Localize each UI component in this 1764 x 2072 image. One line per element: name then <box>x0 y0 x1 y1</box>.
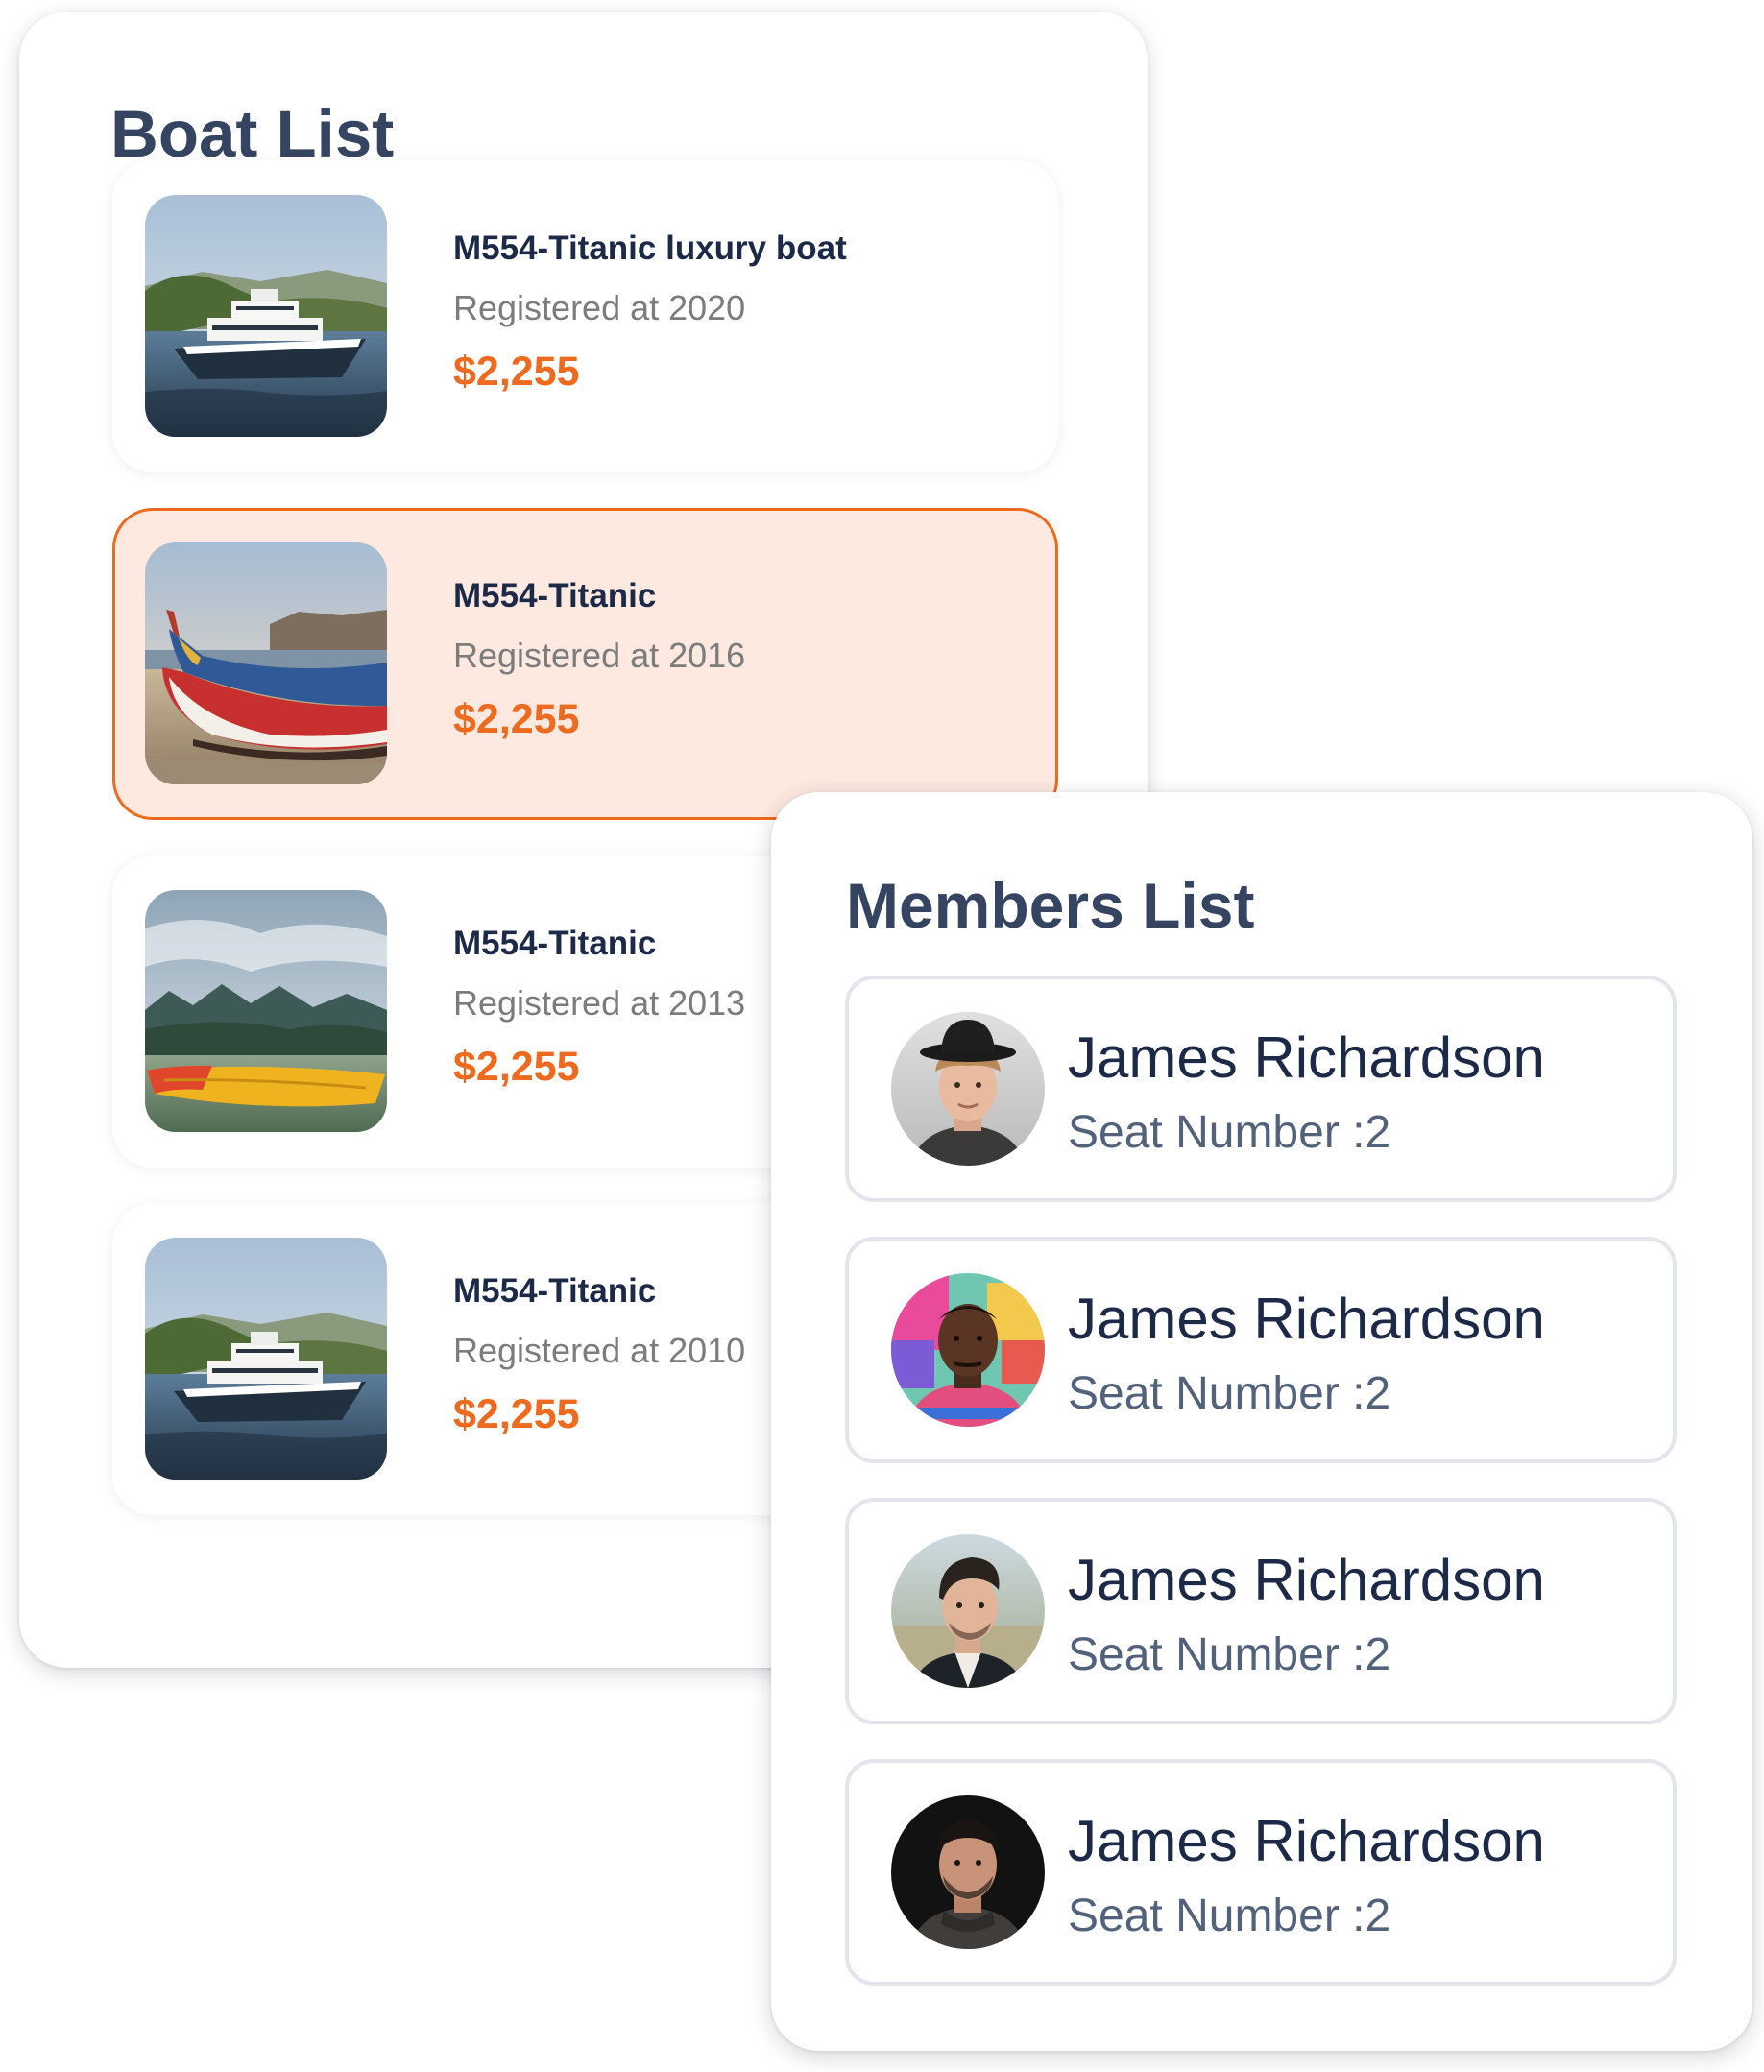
white-yacht-photo <box>145 195 387 437</box>
boat-info: M554-Titanic Registered at 2016 $2,255 <box>453 575 745 744</box>
member-name: James Richardson <box>1068 1809 1545 1873</box>
boat-name: M554-Titanic <box>453 925 657 962</box>
member-name: James Richardson <box>1068 1548 1545 1612</box>
member-seat-number: Seat Number :2 <box>1068 1629 1391 1680</box>
boat-price: $2,255 <box>453 1044 580 1090</box>
member-card[interactable]: James Richardson Seat Number :2 <box>845 1759 1677 1986</box>
boat-price: $2,255 <box>453 349 580 395</box>
boat-name: M554-Titanic <box>453 1272 657 1310</box>
boat-info: M554-Titanic luxury boat Registered at 2… <box>453 228 847 397</box>
member-name: James Richardson <box>1068 1025 1545 1090</box>
member-seat-number: Seat Number :2 <box>1068 1107 1391 1158</box>
boat-price: $2,255 <box>453 1391 580 1437</box>
boat-info: M554-Titanic Registered at 2013 $2,255 <box>453 923 745 1092</box>
member-seat-number: Seat Number :2 <box>1068 1368 1391 1419</box>
member-name: James Richardson <box>1068 1287 1545 1351</box>
member-card[interactable]: James Richardson Seat Number :2 <box>845 976 1677 1202</box>
boat-name: M554-Titanic <box>453 577 657 614</box>
boat-card[interactable]: M554-Titanic luxury boat Registered at 2… <box>112 160 1058 472</box>
member-colorful-shirt-photo <box>891 1273 1045 1427</box>
member-card[interactable]: James Richardson Seat Number :2 <box>845 1237 1677 1463</box>
kayak-on-lake-photo <box>145 890 387 1132</box>
member-dark-background-photo <box>891 1795 1045 1949</box>
member-outdoor-photo <box>891 1534 1045 1688</box>
boat-card-selected[interactable]: M554-Titanic Registered at 2016 $2,255 <box>112 508 1058 820</box>
member-seat-number: Seat Number :2 <box>1068 1891 1391 1941</box>
boat-info: M554-Titanic Registered at 2010 $2,255 <box>453 1270 745 1439</box>
boat-price: $2,255 <box>453 696 580 742</box>
boat-name: M554-Titanic luxury boat <box>453 229 847 267</box>
wooden-fishing-boat-photo <box>145 542 387 784</box>
members-list-panel: Members List James Richardson Seat Numbe… <box>771 792 1752 2051</box>
member-with-hat-photo <box>891 1012 1045 1166</box>
member-card[interactable]: James Richardson Seat Number :2 <box>845 1498 1677 1724</box>
members-list-title: Members List <box>846 870 1255 941</box>
screen: Boat List M554-Titanic luxury boat Regis… <box>0 0 1764 2072</box>
boat-registered: Registered at 2010 <box>453 1331 746 1370</box>
boat-registered: Registered at 2016 <box>453 636 746 675</box>
boat-registered: Registered at 2013 <box>453 983 746 1023</box>
boat-registered: Registered at 2020 <box>453 288 746 327</box>
white-yacht-photo <box>145 1238 387 1480</box>
